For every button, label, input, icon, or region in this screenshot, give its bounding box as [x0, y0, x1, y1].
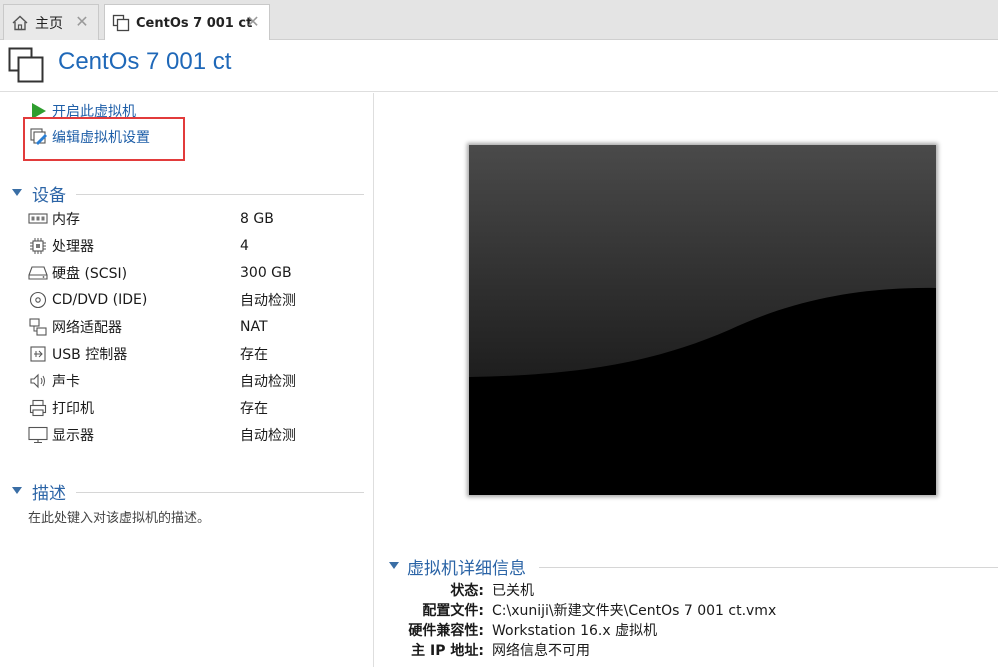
home-icon	[11, 14, 29, 32]
detail-value: 网络信息不可用	[492, 643, 590, 659]
device-name: 内存	[52, 212, 80, 228]
hard-disk-icon	[28, 264, 48, 282]
vm-icon	[8, 47, 44, 83]
close-icon[interactable]: ✕	[74, 14, 90, 30]
device-name: 硬盘 (SCSI)	[52, 266, 128, 282]
description-section-title: 描述	[32, 484, 66, 504]
tab-home[interactable]: 主页 ✕	[3, 4, 99, 40]
vm-preview-thumbnail[interactable]	[469, 145, 936, 495]
printer-icon	[28, 399, 48, 417]
device-row-cd-dvd[interactable]: CD/DVD (IDE) 自动检测	[28, 288, 358, 312]
left-pane: 开启此虚拟机 编辑虚拟机设置 设备 内存 8 GB 处理器 4 硬盘 (SCSI…	[0, 93, 374, 667]
device-name: 处理器	[52, 239, 94, 255]
device-value: 自动检测	[240, 374, 296, 390]
detail-key: 配置文件:	[422, 603, 484, 619]
display-icon	[28, 426, 48, 444]
device-value: 4	[240, 238, 249, 254]
vm-icon	[112, 14, 130, 32]
vm-header: CentOs 7 001 ct	[0, 40, 998, 92]
device-value: 自动检测	[240, 428, 296, 444]
device-row-display[interactable]: 显示器 自动检测	[28, 423, 358, 447]
device-value: NAT	[240, 319, 268, 335]
usb-icon	[28, 345, 48, 363]
tab-home-label: 主页	[35, 15, 63, 32]
detail-value: C:\xuniji\新建文件夹\CentOs 7 001 ct.vmx	[492, 603, 777, 619]
divider	[76, 492, 364, 493]
device-row-sound-card[interactable]: 声卡 自动检测	[28, 369, 358, 393]
device-name: 显示器	[52, 428, 94, 444]
device-name: USB 控制器	[52, 347, 128, 363]
network-adapter-icon	[28, 318, 48, 336]
devices-section-title: 设备	[32, 186, 66, 206]
vm-preview-graphic	[469, 145, 936, 495]
detail-key: 主 IP 地址:	[411, 643, 484, 659]
cd-dvd-icon	[28, 291, 48, 309]
device-value: 存在	[240, 401, 268, 417]
detail-row-ip-address: 主 IP 地址: 网络信息不可用	[375, 640, 998, 660]
divider	[76, 194, 364, 195]
devices-section-header[interactable]: 设备	[12, 181, 364, 207]
detail-row-config-file: 配置文件: C:\xuniji\新建文件夹\CentOs 7 001 ct.vm…	[375, 600, 998, 620]
edit-settings-icon	[30, 128, 48, 146]
device-row-memory[interactable]: 内存 8 GB	[28, 207, 358, 231]
device-name: 网络适配器	[52, 320, 122, 336]
device-value: 存在	[240, 347, 268, 363]
collapse-arrow-icon[interactable]	[12, 487, 22, 494]
device-row-printer[interactable]: 打印机 存在	[28, 396, 358, 420]
detail-row-state: 状态: 已关机	[375, 580, 998, 600]
right-pane: 虚拟机详细信息 状态: 已关机 配置文件: C:\xuniji\新建文件夹\Ce…	[375, 93, 998, 667]
page-title: CentOs 7 001 ct	[58, 48, 232, 75]
description-placeholder[interactable]: 在此处键入对该虚拟机的描述。	[28, 507, 210, 526]
collapse-arrow-icon[interactable]	[12, 189, 22, 196]
device-value: 8 GB	[240, 211, 274, 227]
tab-bar: 主页 ✕ CentOs 7 001 ct ✕	[0, 0, 998, 41]
tab-vm-label: CentOs 7 001 ct	[136, 15, 253, 31]
device-row-network-adapter[interactable]: 网络适配器 NAT	[28, 315, 358, 339]
close-icon[interactable]: ✕	[245, 14, 261, 30]
device-row-processor[interactable]: 处理器 4	[28, 234, 358, 258]
collapse-arrow-icon[interactable]	[389, 562, 399, 569]
device-row-hard-disk[interactable]: 硬盘 (SCSI) 300 GB	[28, 261, 358, 285]
device-row-usb[interactable]: USB 控制器 存在	[28, 342, 358, 366]
vm-details-section-title: 虚拟机详细信息	[407, 559, 526, 579]
description-section-header[interactable]: 描述	[12, 479, 364, 505]
device-name: 声卡	[52, 374, 80, 390]
processor-icon	[28, 237, 48, 255]
detail-value: 已关机	[492, 583, 534, 599]
device-name: CD/DVD (IDE)	[52, 292, 148, 308]
edit-vm-settings-label: 编辑虚拟机设置	[52, 130, 150, 146]
divider	[539, 567, 998, 568]
vm-details-section-header[interactable]: 虚拟机详细信息	[389, 554, 998, 580]
memory-icon	[28, 210, 48, 228]
sound-card-icon	[28, 372, 48, 390]
device-value: 300 GB	[240, 265, 292, 281]
detail-value: Workstation 16.x 虚拟机	[492, 623, 658, 639]
tab-vm[interactable]: CentOs 7 001 ct ✕	[104, 4, 270, 41]
detail-key: 状态:	[450, 583, 484, 599]
detail-key: 硬件兼容性:	[408, 623, 484, 639]
device-name: 打印机	[52, 401, 94, 417]
device-value: 自动检测	[240, 293, 296, 309]
edit-vm-settings-button[interactable]: 编辑虚拟机设置	[30, 126, 150, 148]
detail-row-hardware-compat: 硬件兼容性: Workstation 16.x 虚拟机	[375, 620, 998, 640]
